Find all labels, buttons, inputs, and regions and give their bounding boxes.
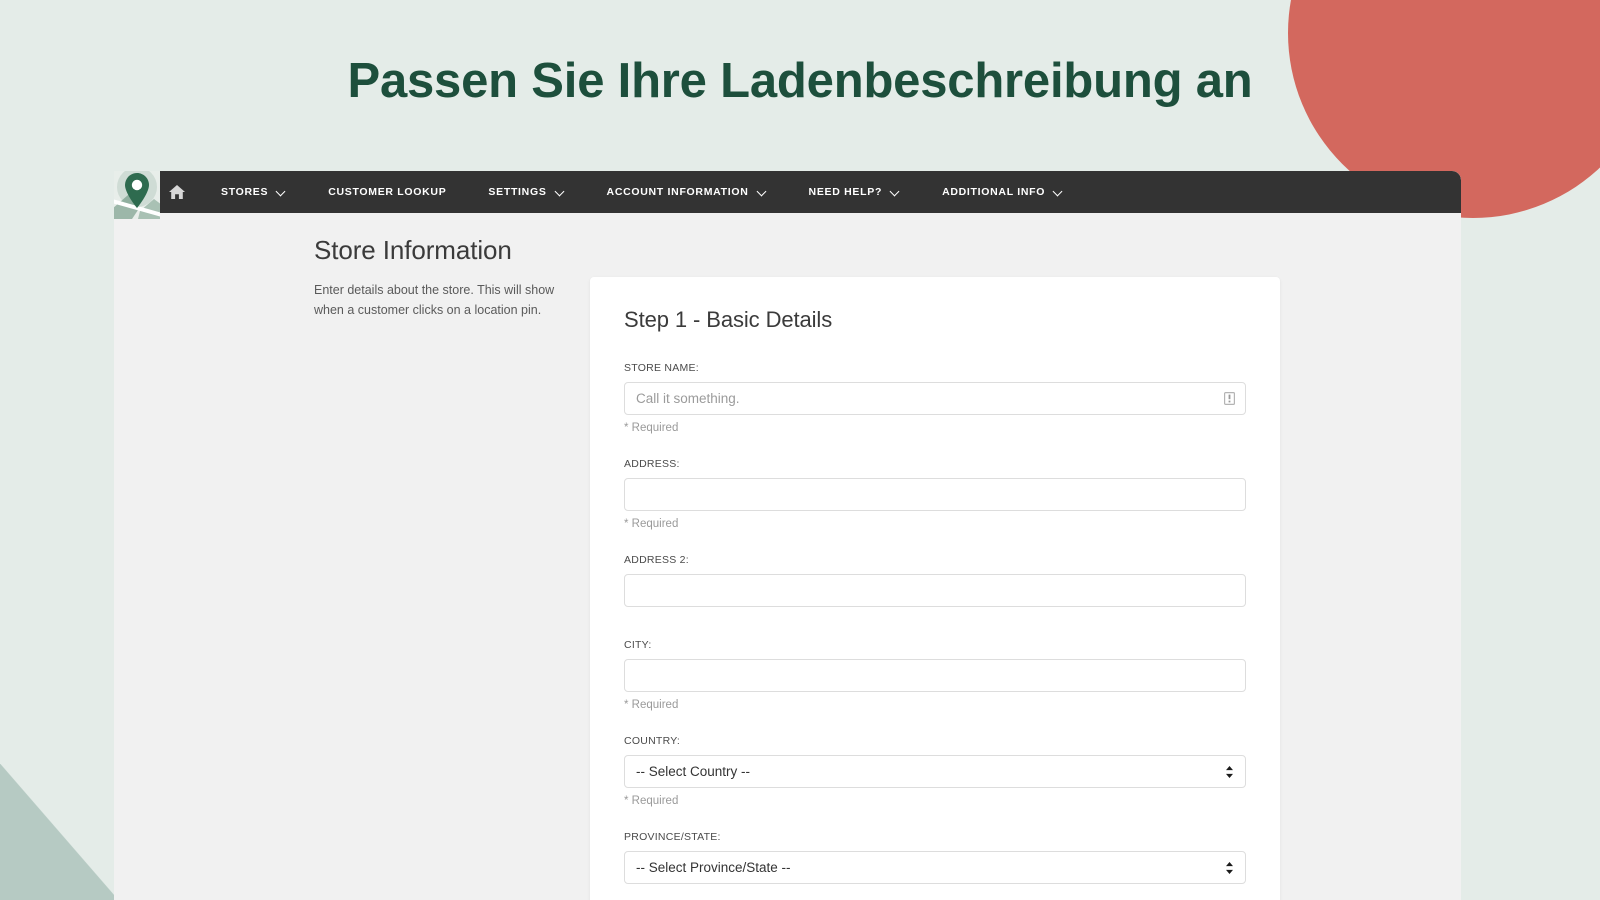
province-state-select[interactable]: -- Select Province/State -- xyxy=(624,851,1246,884)
info-tooltip-icon[interactable] xyxy=(1223,392,1236,406)
sidebar-title: Store Information xyxy=(314,235,512,265)
field-label: PROVINCE/STATE: xyxy=(624,831,721,843)
nav-item-need-help[interactable]: NEED HELP? xyxy=(788,171,922,213)
nav-item-customer-lookup[interactable]: CUSTOMER LOOKUP xyxy=(307,171,467,213)
nav-home-button[interactable] xyxy=(154,171,200,213)
required-note: * Required xyxy=(624,518,679,530)
required-note: * Required xyxy=(624,699,679,711)
map-pin-logo-icon xyxy=(114,171,160,219)
top-navbar: STORES CUSTOMER LOOKUP SETTINGS ACCOUNT … xyxy=(154,171,1461,213)
chevron-down-icon xyxy=(277,187,286,196)
app-page-body: Store Information Enter details about th… xyxy=(154,213,1461,900)
field-label: ADDRESS 2: xyxy=(624,554,689,566)
field-label: COUNTRY: xyxy=(624,735,681,747)
nav-item-label: CUSTOMER LOOKUP xyxy=(328,186,447,198)
field-country: COUNTRY: -- Select Country -- * Required xyxy=(624,735,1246,807)
field-label: STORE NAME: xyxy=(624,362,699,374)
app-logo[interactable] xyxy=(114,171,160,219)
basic-details-form-card: Step 1 - Basic Details STORE NAME: * Req… xyxy=(590,277,1280,900)
address-2-input[interactable] xyxy=(624,574,1246,607)
nav-item-label: SETTINGS xyxy=(488,186,547,198)
sidebar-info-panel: Store Information Enter details about th… xyxy=(314,235,564,321)
nav-item-stores[interactable]: STORES xyxy=(200,171,307,213)
page-title: Passen Sie Ihre Ladenbeschreibung an xyxy=(347,54,1253,108)
field-address-2: ADDRESS 2: xyxy=(624,554,1246,607)
field-province-state: PROVINCE/STATE: -- Select Province/State… xyxy=(624,831,1246,884)
app-screenshot-panel: STORES CUSTOMER LOOKUP SETTINGS ACCOUNT … xyxy=(114,171,1461,900)
decorative-triangle-bottom-left xyxy=(0,764,118,900)
sidebar-description: Enter details about the store. This will… xyxy=(314,283,555,318)
field-store-name: STORE NAME: * Required xyxy=(624,362,1246,434)
nav-item-label: ACCOUNT INFORMATION xyxy=(606,186,749,198)
nav-item-label: ADDITIONAL INFO xyxy=(942,186,1046,198)
required-note: * Required xyxy=(624,795,679,807)
field-address: ADDRESS: * Required xyxy=(624,458,1246,530)
chevron-down-icon xyxy=(556,187,565,196)
required-note: * Required xyxy=(624,422,679,434)
chevron-down-icon xyxy=(1054,187,1063,196)
nav-item-list: STORES CUSTOMER LOOKUP SETTINGS ACCOUNT … xyxy=(200,171,1084,213)
nav-item-settings[interactable]: SETTINGS xyxy=(467,171,585,213)
nav-item-account-information[interactable]: ACCOUNT INFORMATION xyxy=(586,171,788,213)
home-icon xyxy=(168,184,186,200)
country-select[interactable]: -- Select Country -- xyxy=(624,755,1246,788)
city-input[interactable] xyxy=(624,659,1246,692)
chevron-down-icon xyxy=(891,187,900,196)
store-name-input[interactable] xyxy=(624,382,1246,415)
form-step-title: Step 1 - Basic Details xyxy=(624,307,833,332)
nav-item-label: NEED HELP? xyxy=(808,186,883,198)
field-label: CITY: xyxy=(624,639,652,651)
nav-item-label: STORES xyxy=(221,186,269,198)
field-label: ADDRESS: xyxy=(624,458,680,470)
chevron-down-icon xyxy=(758,187,767,196)
field-city: CITY: * Required xyxy=(624,639,1246,711)
headline-banner: Passen Sie Ihre Ladenbeschreibung an xyxy=(0,0,1600,162)
address-input[interactable] xyxy=(624,478,1246,511)
nav-item-additional-info[interactable]: ADDITIONAL INFO xyxy=(921,171,1084,213)
